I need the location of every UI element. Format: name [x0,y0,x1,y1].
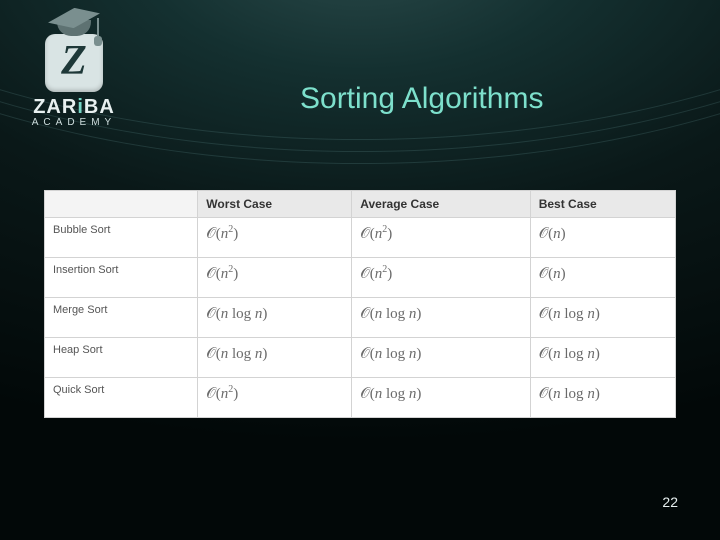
complexity-cell-worst: 𝒪(n log n) [198,298,352,338]
algorithm-name: Heap Sort [45,338,198,378]
table-header: Worst Case [198,191,352,218]
algorithm-name: Merge Sort [45,298,198,338]
complexity-cell-best: 𝒪(n) [530,258,675,298]
complexity-cell-average: 𝒪(n log n) [352,378,530,418]
table-header [45,191,198,218]
complexity-cell-average: 𝒪(n log n) [352,338,530,378]
brand-badge-letter: Z [61,37,87,85]
brand-subtitle: ACADEMY [14,117,134,128]
complexity-table: Worst Case Average Case Best Case Bubble… [44,190,676,418]
table-row: Merge Sort𝒪(n log n)𝒪(n log n)𝒪(n log n) [45,298,676,338]
complexity-cell-worst: 𝒪(n2) [198,218,352,258]
slide-title: Sorting Algorithms [300,82,543,116]
table-header: Best Case [530,191,675,218]
complexity-cell-best: 𝒪(n) [530,218,675,258]
complexity-cell-average: 𝒪(n2) [352,258,530,298]
complexity-cell-average: 𝒪(n log n) [352,298,530,338]
complexity-cell-worst: 𝒪(n log n) [198,338,352,378]
table-row: Insertion Sort𝒪(n2)𝒪(n2)𝒪(n) [45,258,676,298]
table-header: Average Case [352,191,530,218]
complexity-cell-best: 𝒪(n log n) [530,298,675,338]
page-number: 22 [662,494,678,510]
table-row: Bubble Sort𝒪(n2)𝒪(n2)𝒪(n) [45,218,676,258]
table-row: Heap Sort𝒪(n log n)𝒪(n log n)𝒪(n log n) [45,338,676,378]
table-row: Quick Sort𝒪(n2)𝒪(n log n)𝒪(n log n) [45,378,676,418]
complexity-cell-worst: 𝒪(n2) [198,258,352,298]
algorithm-name: Quick Sort [45,378,198,418]
algorithm-name: Bubble Sort [45,218,198,258]
complexity-cell-best: 𝒪(n log n) [530,338,675,378]
brand-name-post: BA [84,96,115,118]
complexity-cell-average: 𝒪(n2) [352,218,530,258]
complexity-cell-worst: 𝒪(n2) [198,378,352,418]
brand-name-pre: ZAR [33,96,77,118]
brand-logo: Z ZARiBA ACADEMY [14,2,134,128]
algorithm-name: Insertion Sort [45,258,198,298]
graduation-cap-icon [43,2,105,42]
complexity-cell-best: 𝒪(n log n) [530,378,675,418]
brand-text: ZARiBA ACADEMY [14,96,134,128]
